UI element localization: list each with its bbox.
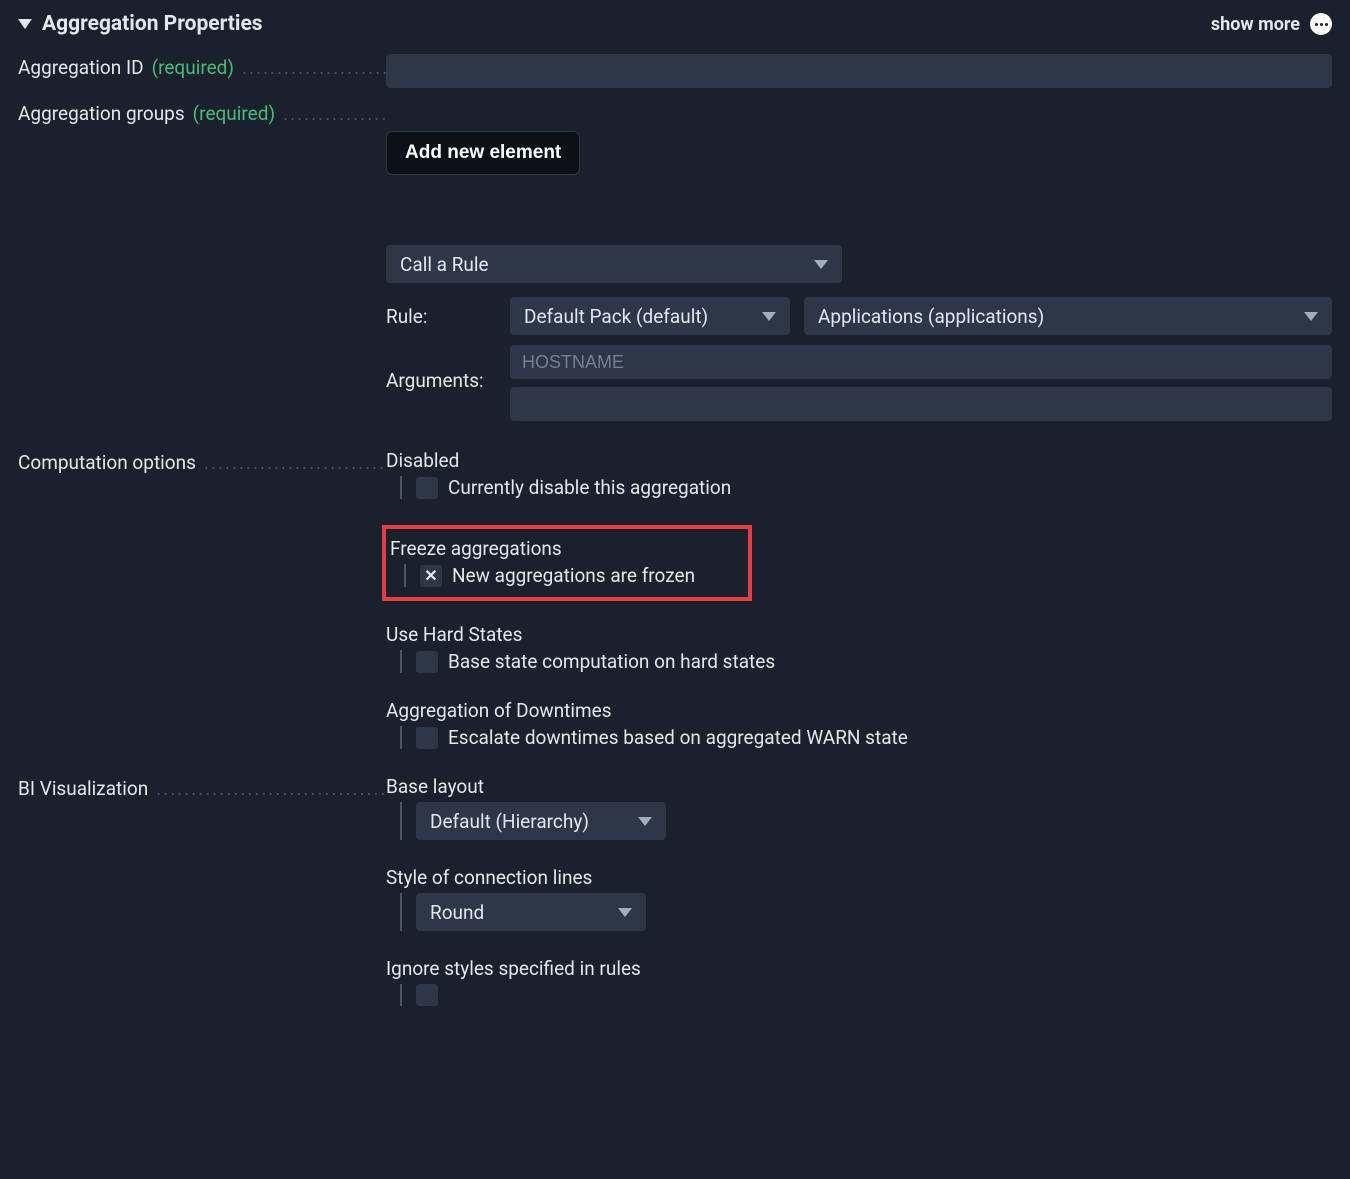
hardstates-label: Use Hard States (386, 623, 1332, 646)
downtimes-check-text: Escalate downtimes based on aggregated W… (448, 726, 908, 749)
required-tag: (required) (193, 102, 275, 125)
option-ignore-styles: Ignore styles specified in rules (386, 957, 1332, 1006)
label-computation-options: Computation options (18, 451, 196, 474)
rule-name-select[interactable]: Applications (applications) (804, 297, 1332, 335)
row-aggregation-id: Aggregation ID (required) ..............… (18, 54, 1332, 88)
downtimes-checkbox[interactable] (416, 727, 438, 749)
row-computation-options: Computation options ....................… (18, 449, 1332, 765)
show-more-button[interactable]: show more (1211, 13, 1332, 35)
row-add-element: Add new element (18, 131, 1332, 175)
chevron-down-icon (814, 260, 828, 269)
conn-lines-label: Style of connection lines (386, 866, 1332, 889)
show-more-label: show more (1211, 14, 1300, 35)
rule-pack-value: Default Pack (default) (524, 305, 708, 328)
row-bi-visualization: BI Visualization .......................… (18, 775, 1332, 1022)
hardstates-checkbox[interactable] (416, 651, 438, 673)
label-bi-visualization: BI Visualization (18, 777, 148, 800)
downtimes-label: Aggregation of Downtimes (386, 699, 1332, 722)
aggregation-id-input[interactable] (386, 54, 1332, 88)
ignore-styles-checkbox[interactable] (416, 984, 438, 1006)
row-call-rule: Call a Rule (18, 245, 1332, 283)
freeze-check-text: New aggregations are frozen (452, 564, 695, 587)
row-arguments: Arguments: (18, 345, 1332, 421)
dots: ........................................… (204, 451, 386, 474)
call-rule-value: Call a Rule (400, 253, 489, 276)
arguments-input-2[interactable] (510, 387, 1332, 421)
hardstates-check-text: Base state computation on hard states (448, 650, 775, 673)
more-icon (1310, 13, 1332, 35)
disabled-checkbox[interactable] (416, 477, 438, 499)
freeze-label: Freeze aggregations (390, 537, 736, 560)
option-base-layout: Base layout Default (Hierarchy) (386, 775, 1332, 840)
panel-toggle[interactable]: Aggregation Properties (18, 12, 263, 36)
row-rule: Rule: Default Pack (default) Application… (18, 297, 1332, 335)
freeze-checkbox[interactable]: ✕ (420, 565, 442, 587)
option-hard-states: Use Hard States Base state computation o… (386, 623, 1332, 673)
chevron-down-icon (1304, 312, 1318, 321)
add-new-element-button[interactable]: Add new element (386, 131, 580, 175)
conn-lines-select[interactable]: Round (416, 893, 646, 931)
call-rule-select[interactable]: Call a Rule (386, 245, 842, 283)
conn-lines-value: Round (430, 901, 484, 924)
base-layout-label: Base layout (386, 775, 1332, 798)
panel-header: Aggregation Properties show more (18, 12, 1332, 36)
arguments-input-1[interactable] (510, 345, 1332, 379)
label-aggregation-groups: Aggregation groups (18, 102, 185, 125)
ignore-styles-label: Ignore styles specified in rules (386, 957, 1332, 980)
base-layout-value: Default (Hierarchy) (430, 810, 589, 833)
base-layout-select[interactable]: Default (Hierarchy) (416, 802, 666, 840)
disabled-check-text: Currently disable this aggregation (448, 476, 731, 499)
rule-label: Rule: (386, 305, 496, 328)
dots: ........................................… (283, 102, 386, 125)
rule-pack-select[interactable]: Default Pack (default) (510, 297, 790, 335)
rule-name-value: Applications (applications) (818, 305, 1044, 328)
chevron-down-icon (762, 312, 776, 321)
panel-title: Aggregation Properties (42, 12, 263, 36)
chevron-down-icon (638, 817, 652, 826)
highlight-freeze: Freeze aggregations ✕ New aggregations a… (382, 525, 752, 601)
row-aggregation-groups: Aggregation groups (required) ..........… (18, 100, 1332, 125)
dots: ........................................… (156, 777, 386, 800)
option-downtimes: Aggregation of Downtimes Escalate downti… (386, 699, 1332, 749)
chevron-down-icon (618, 908, 632, 917)
dots: ........................................… (242, 56, 386, 79)
collapse-icon (18, 19, 32, 29)
label-aggregation-id: Aggregation ID (18, 56, 144, 79)
option-disabled: Disabled Currently disable this aggregat… (386, 449, 1332, 499)
arguments-label: Arguments: (386, 345, 496, 392)
required-tag: (required) (152, 56, 234, 79)
disabled-label: Disabled (386, 449, 1332, 472)
option-connection-lines: Style of connection lines Round (386, 866, 1332, 931)
